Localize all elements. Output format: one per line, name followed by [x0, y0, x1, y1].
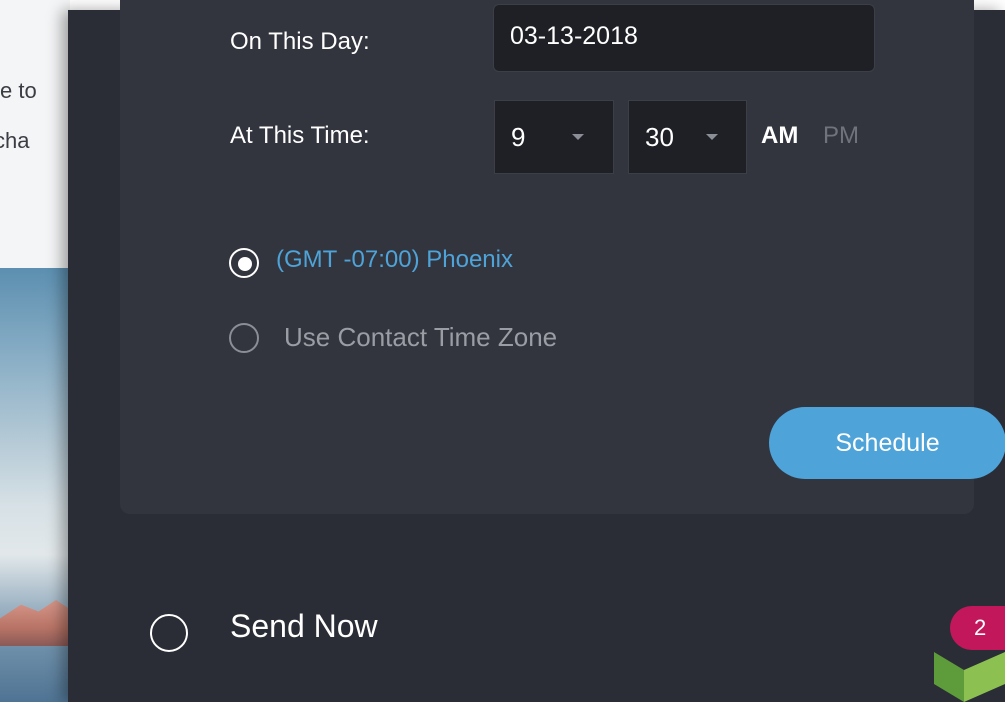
background-page: e to cha: [0, 0, 70, 702]
timezone-radio-contact[interactable]: [229, 323, 259, 353]
send-now-radio[interactable]: [150, 614, 188, 652]
date-label: On This Day:: [230, 28, 370, 55]
timezone-label-contact: Use Contact Time Zone: [284, 322, 558, 352]
schedule-button[interactable]: Schedule: [769, 407, 1005, 479]
pm-toggle[interactable]: PM: [823, 122, 859, 150]
date-input[interactable]: 03-13-2018: [493, 4, 875, 72]
date-input-value: 03-13-2018: [510, 22, 638, 50]
am-toggle[interactable]: AM: [761, 122, 798, 150]
background-text-line-2: cha: [0, 128, 30, 153]
time-label: At This Time:: [230, 122, 370, 149]
schedule-card: On This Day: 03-13-2018 At This Time: 9 …: [120, 0, 1005, 514]
timezone-radio-phoenix[interactable]: [229, 248, 259, 278]
radio-selected-dot: [238, 257, 252, 271]
schedule-modal: On This Day: 03-13-2018 At This Time: 9 …: [68, 0, 1005, 702]
chevron-down-icon: [572, 134, 584, 140]
logo-icon[interactable]: [934, 652, 1005, 702]
notification-badge[interactable]: 2: [950, 606, 1005, 650]
minute-select[interactable]: 30: [628, 100, 747, 174]
hour-select[interactable]: 9: [494, 100, 614, 174]
minute-select-value: 30: [645, 122, 674, 152]
send-now-label: Send Now: [230, 608, 378, 644]
hour-select-value: 9: [511, 122, 526, 152]
background-text-line-1: e to: [0, 78, 37, 103]
timezone-label-phoenix: (GMT -07:00) Phoenix: [276, 246, 513, 273]
chevron-down-icon: [706, 134, 718, 140]
